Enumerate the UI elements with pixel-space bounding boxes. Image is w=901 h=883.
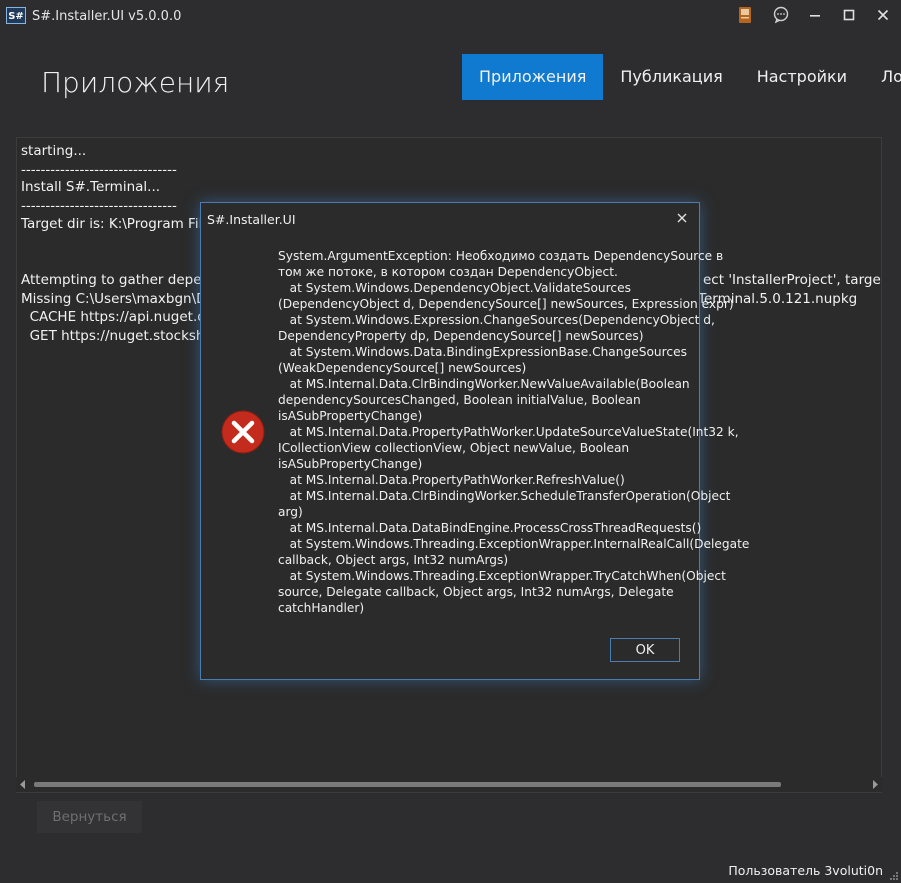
log-line: Target dir is: K:\Program Files: [21, 216, 218, 232]
log-line: Missing C:\Users\maxbgn\Do: [21, 291, 215, 307]
error-dialog: S#.Installer.UI System.ArgumentException…: [200, 202, 750, 680]
error-message: System.ArgumentException: Необходимо соз…: [278, 249, 750, 615]
scroll-left-icon[interactable]: [20, 780, 26, 789]
status-bar: Пользователь 3voluti0n: [0, 857, 901, 883]
main-tabs: Приложения Публикация Настройки Логи: [462, 54, 901, 100]
window-title: S#.Installer.UI v5.0.0.0: [32, 9, 182, 24]
log-line: --------------------------------: [21, 162, 177, 178]
tab-settings[interactable]: Настройки: [740, 54, 864, 100]
close-icon[interactable]: [673, 209, 691, 227]
maximize-icon[interactable]: [834, 2, 864, 28]
book-icon[interactable]: [730, 2, 760, 28]
horizontal-scrollbar[interactable]: [16, 777, 882, 792]
log-line: --------------------------------: [21, 198, 177, 214]
dialog-title: S#.Installer.UI: [207, 212, 296, 227]
app-logo-icon: S#: [6, 7, 26, 24]
user-status: Пользователь 3voluti0n: [728, 863, 883, 878]
tab-applications[interactable]: Приложения: [462, 54, 604, 100]
tab-publication[interactable]: Публикация: [603, 54, 739, 100]
page-title: Приложения: [41, 66, 230, 99]
minimize-icon[interactable]: [800, 2, 830, 28]
back-button[interactable]: Вернуться: [37, 801, 142, 833]
chat-icon[interactable]: [766, 2, 796, 28]
scrollbar-thumb[interactable]: [34, 782, 781, 787]
log-line: starting...: [21, 143, 87, 159]
log-line-fragment: ect 'InstallerProject', targeting ': [703, 272, 881, 288]
log-line: Attempting to gather depend: [21, 272, 219, 288]
log-line: CACHE https://api.nuget.org: [21, 309, 220, 325]
ok-button[interactable]: OK: [610, 638, 680, 662]
error-icon: [221, 410, 265, 454]
tab-logs[interactable]: Логи: [864, 54, 901, 100]
log-line: GET https://nuget.stockshar: [21, 328, 219, 344]
resize-grip-icon[interactable]: [889, 871, 899, 881]
close-icon[interactable]: [868, 2, 898, 28]
log-line: Install S#.Terminal...: [21, 179, 161, 195]
scroll-right-icon[interactable]: [872, 780, 878, 789]
title-bar: S# S#.Installer.UI v5.0.0.0: [0, 0, 901, 32]
